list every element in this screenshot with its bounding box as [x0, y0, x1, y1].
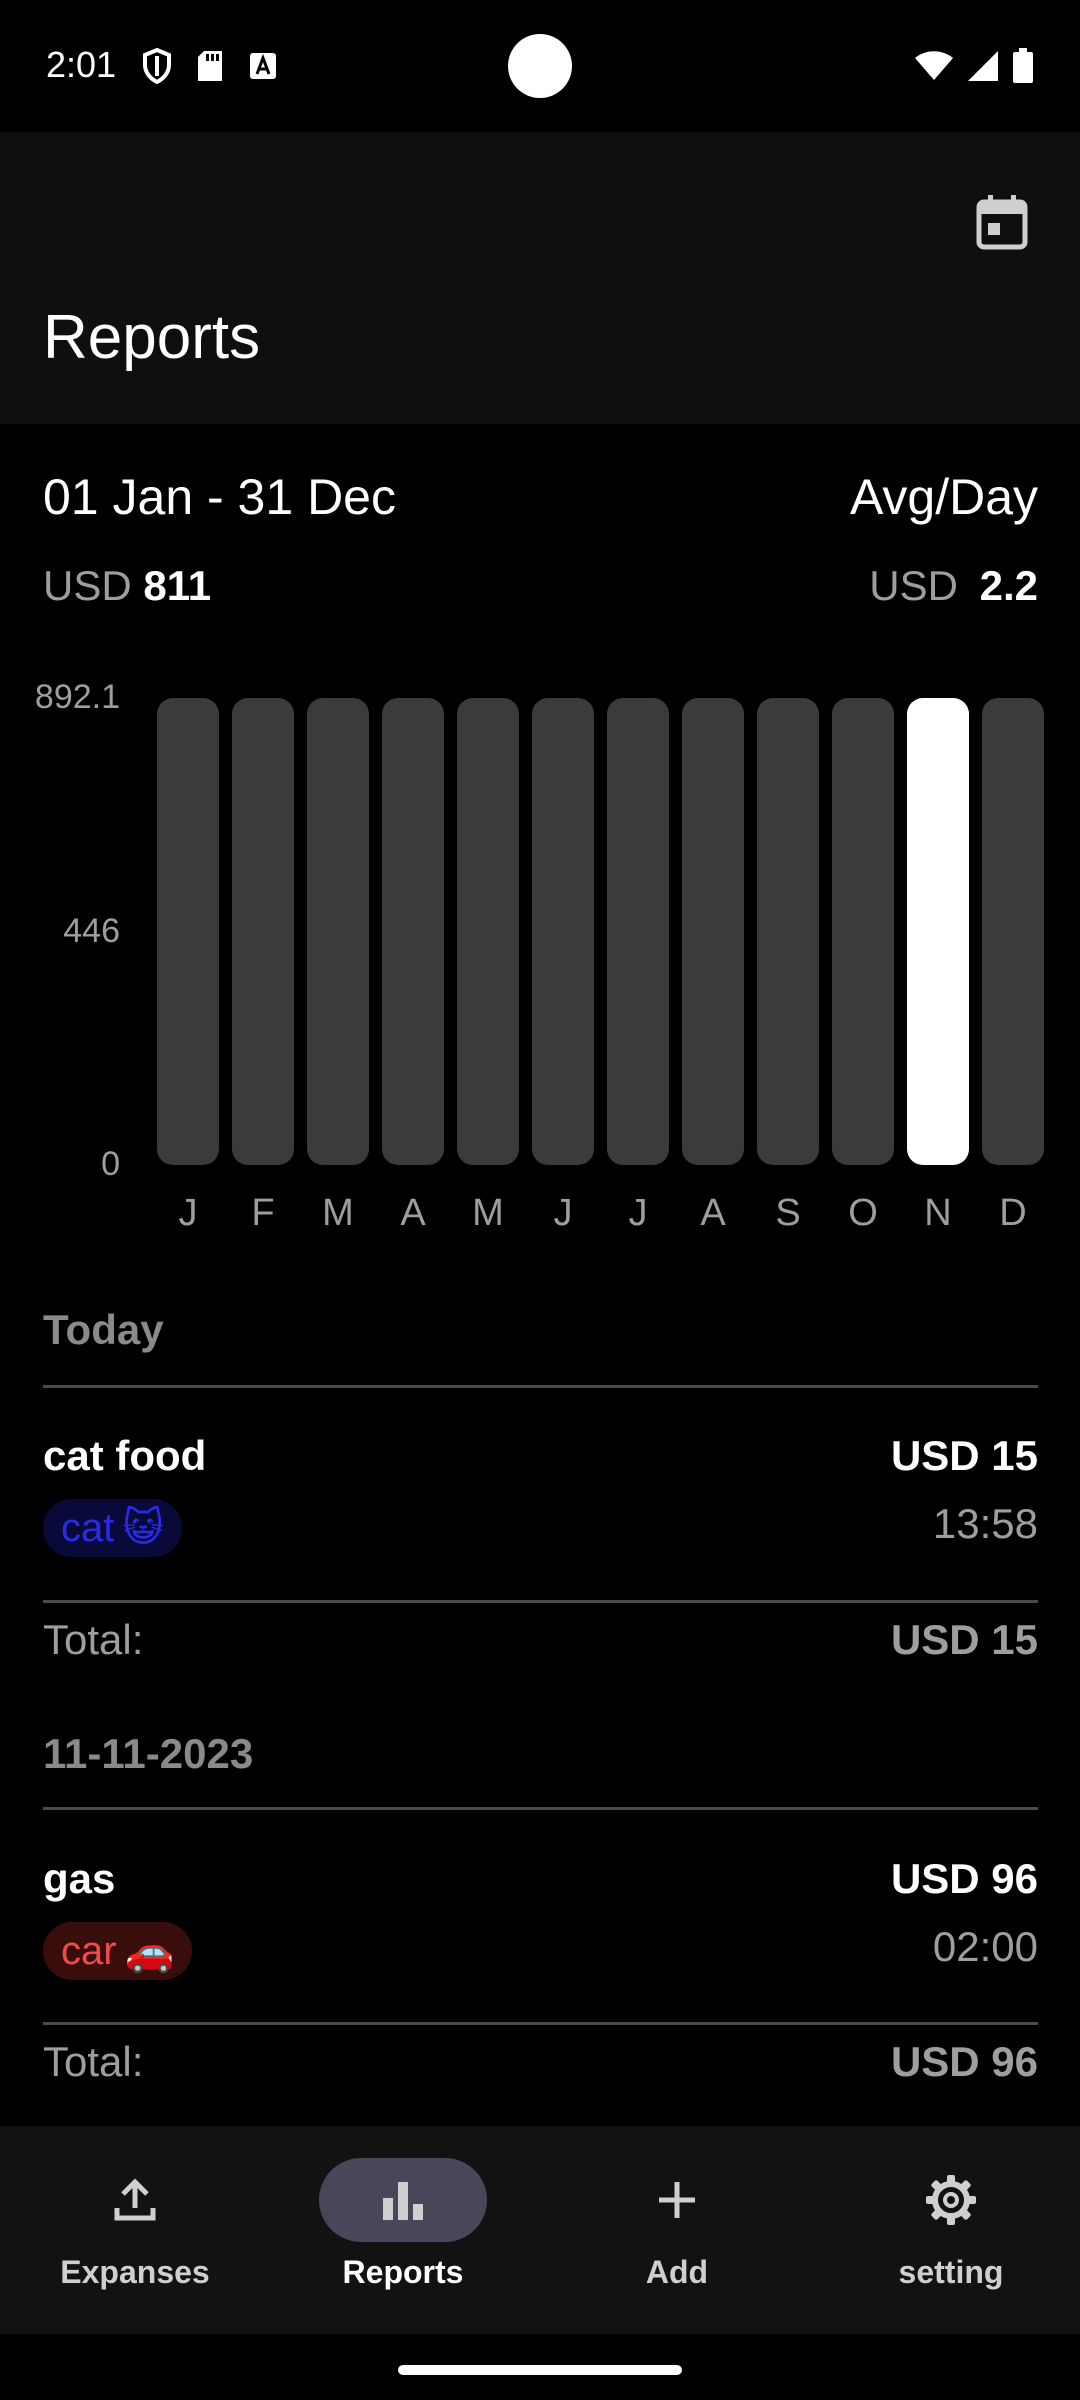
avg-currency: USD — [869, 562, 958, 609]
nav-reports[interactable]: Reports — [268, 2126, 538, 2334]
nav-icon-container — [51, 2158, 219, 2242]
battery-icon — [1013, 48, 1033, 83]
calendar-icon — [976, 195, 1028, 250]
cat-face-icon: 😺 — [122, 1506, 165, 1550]
group-total-value: USD 15 — [890, 1616, 1038, 1663]
total-summary: USD 811 — [43, 562, 211, 610]
upload-icon — [114, 2178, 156, 2221]
nav-icon-container — [319, 2158, 487, 2242]
x-tick-label: A — [400, 1192, 426, 1234]
avg-day-label: Avg/Day — [849, 469, 1038, 525]
bar-track[interactable] — [232, 698, 294, 1165]
expense-title[interactable]: gas — [43, 1855, 115, 1903]
y-tick-label: 446 — [63, 911, 120, 950]
nav-label: Add — [645, 2254, 709, 2290]
nav-setting[interactable]: setting — [816, 2126, 1080, 2334]
bar-track[interactable] — [457, 698, 519, 1165]
x-tick-label: O — [848, 1192, 878, 1234]
app-bar: Reports — [0, 132, 1080, 424]
category-tag-car[interactable]: car 🚗 — [43, 1922, 193, 1980]
sd-card-icon — [198, 51, 222, 81]
date-range[interactable]: 01 Jan - 31 Dec — [43, 468, 396, 526]
divider — [43, 1807, 1038, 1810]
group-header-date: 11-11-2023 — [43, 1730, 254, 1777]
monthly-bar-chart: 892.1 446 0 J F M A M J J A S O N D — [0, 660, 1080, 1260]
x-tick-label: J — [553, 1192, 573, 1234]
home-indicator — [398, 2365, 682, 2375]
nav-label: Reports — [342, 2254, 464, 2290]
avg-summary: USD 2.2 — [869, 562, 1038, 610]
avg-amount: 2.2 — [979, 562, 1038, 609]
nav-add[interactable]: Add — [542, 2126, 812, 2334]
x-tick-label: M — [322, 1192, 354, 1234]
bar-track[interactable] — [157, 698, 219, 1165]
expense-amount: USD 96 — [890, 1855, 1038, 1902]
group-total-label: Total: — [43, 1616, 144, 1663]
status-icons-left — [142, 48, 278, 84]
nav-label: Expanses — [60, 2254, 210, 2290]
nav-label: setting — [898, 2254, 1004, 2290]
x-tick-label: M — [472, 1192, 504, 1234]
status-time: 2:01 — [46, 44, 117, 85]
tag-label: cat — [61, 1505, 115, 1550]
group-total-value: USD 96 — [890, 2038, 1038, 2085]
bar-track[interactable] — [532, 698, 594, 1165]
expense-time: 13:58 — [932, 1500, 1038, 1547]
total-currency: USD — [43, 562, 132, 609]
group-total-label: Total: — [43, 2038, 144, 2085]
bottom-navigation: Expanses Reports Add setting — [0, 2126, 1080, 2334]
signal-icon — [968, 51, 998, 81]
x-tick-label: J — [628, 1192, 648, 1234]
nav-icon-container — [593, 2158, 761, 2242]
x-tick-label: A — [700, 1192, 726, 1234]
shield-icon — [143, 48, 171, 84]
x-tick-label: N — [924, 1192, 952, 1234]
divider — [43, 1385, 1038, 1388]
expense-time: 02:00 — [932, 1923, 1038, 1970]
status-bar: 2:01 — [0, 0, 1080, 132]
total-amount: 811 — [143, 562, 212, 609]
nav-expanses[interactable]: Expanses — [0, 2126, 270, 2334]
status-icons-right — [914, 48, 1034, 84]
calendar-button[interactable] — [962, 182, 1042, 262]
expense-amount: USD 15 — [890, 1432, 1038, 1479]
y-tick-label: 0 — [101, 1145, 120, 1183]
category-tag-cat[interactable]: cat 😺 — [43, 1499, 183, 1557]
bar-track[interactable] — [757, 698, 819, 1165]
divider — [43, 2022, 1038, 2025]
camera-cutout — [508, 34, 572, 98]
bar-track[interactable] — [607, 698, 669, 1165]
text-a-icon — [250, 53, 276, 79]
bar-track[interactable] — [682, 698, 744, 1165]
plus-icon — [659, 2182, 695, 2218]
tag-label: car — [61, 1928, 117, 1973]
nav-icon-container — [867, 2158, 1035, 2242]
x-tick-label: D — [999, 1192, 1027, 1234]
gear-icon — [926, 2175, 976, 2225]
wifi-icon — [915, 51, 953, 80]
page-title: Reports — [43, 303, 261, 372]
x-tick-label: S — [775, 1192, 801, 1234]
bar-track[interactable] — [307, 698, 369, 1165]
bar-value[interactable] — [907, 698, 969, 1165]
bar-track[interactable] — [982, 698, 1044, 1165]
bar-track[interactable] — [832, 698, 894, 1165]
group-header-today: Today — [43, 1306, 164, 1353]
divider — [43, 1600, 1038, 1603]
bar-track[interactable] — [382, 698, 444, 1165]
y-tick-label: 892.1 — [34, 678, 120, 716]
x-tick-label: F — [251, 1192, 275, 1234]
expense-title[interactable]: cat food — [43, 1432, 206, 1480]
bar-chart-icon — [383, 2182, 423, 2220]
car-icon: 🚗 — [124, 1929, 175, 1974]
x-tick-label: J — [178, 1192, 198, 1234]
